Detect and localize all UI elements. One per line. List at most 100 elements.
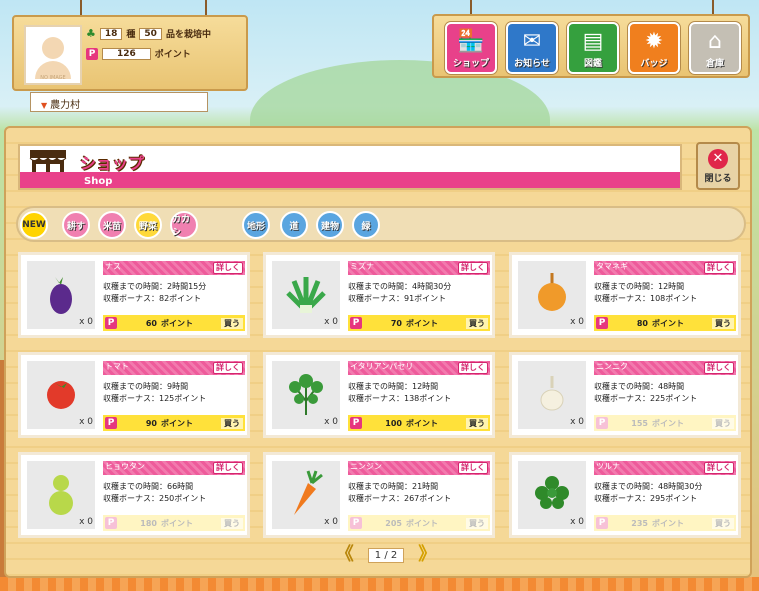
- buy-button[interactable]: 買う: [221, 517, 243, 529]
- buy-button[interactable]: 買う: [466, 517, 488, 529]
- item-thumbnail[interactable]: x 0: [272, 461, 340, 529]
- nav-button-warehouse[interactable]: ⌂ 倉庫: [689, 22, 741, 74]
- category-tab[interactable]: 建物: [316, 211, 344, 239]
- nav-button-shop[interactable]: 🏪 ショップ: [445, 22, 497, 74]
- nav-button-badge[interactable]: ✹ バッジ: [628, 22, 680, 74]
- item-name-bar: イタリアンパセリ 詳しく: [348, 361, 490, 375]
- detail-button[interactable]: 詳しく: [213, 262, 243, 274]
- item-name: ミズナ: [350, 262, 374, 271]
- shop-panel: ショップ Shop ✕ 閉じる NEW 耕す 米苗 野菜 カカシ 地形 道 建物 緑 x 0 ナス…: [4, 126, 752, 578]
- category-tab[interactable]: 米苗: [98, 211, 126, 239]
- buy-button[interactable]: 買う: [712, 417, 734, 429]
- shop-item-card: x 0 ナス 詳しく 収穫までの時間：2時間15分 収穫ボーナス：82ポイント P 60 ポイ…: [18, 252, 250, 338]
- triangle-down-icon: ▼: [41, 101, 48, 110]
- item-bonus: 収穫ボーナス：267ポイント: [348, 493, 451, 504]
- chevron-left-icon[interactable]: 《: [336, 546, 354, 564]
- category-label: 野菜: [138, 221, 157, 232]
- buy-button[interactable]: 買う: [712, 317, 734, 329]
- time-label: 収穫までの時間：: [103, 382, 167, 391]
- detail-button[interactable]: 詳しく: [213, 362, 243, 374]
- buy-bar: P 80 ポイント 買う: [594, 315, 736, 331]
- nav-button-encyclopedia[interactable]: ▤ 図鑑: [567, 22, 619, 74]
- nav-button-news[interactable]: ✉ お知らせ: [506, 22, 558, 74]
- item-time: 収穫までの時間：2時間15分: [103, 281, 206, 292]
- shop-item-card: x 0 ニンニク 詳しく 収穫までの時間：48時間 収穫ボーナス：225ポイント P 155…: [509, 352, 741, 438]
- category-label: 米苗: [102, 221, 121, 232]
- price-unit: ポイント: [652, 318, 684, 328]
- time-label: 収穫までの時間：: [594, 482, 658, 491]
- item-thumbnail[interactable]: x 0: [518, 261, 586, 329]
- category-tab[interactable]: カカシ: [170, 211, 198, 239]
- buy-button[interactable]: 買う: [221, 417, 243, 429]
- bonus-label: 収穫ボーナス：: [348, 294, 404, 303]
- price-unit: ポイント: [406, 318, 438, 328]
- category-tab[interactable]: 道: [280, 211, 308, 239]
- seed-status: ♣ 18 種 50 品を栽培中: [86, 27, 211, 40]
- item-thumbnail[interactable]: x 0: [27, 361, 95, 429]
- village-selector[interactable]: ▼ 農力村: [30, 92, 208, 112]
- category-bar: NEW 耕す 米苗 野菜 カカシ 地形 道 建物 緑: [16, 206, 746, 242]
- detail-button[interactable]: 詳しく: [458, 462, 488, 474]
- buy-button[interactable]: 買う: [712, 517, 734, 529]
- seed-kinds: 18: [99, 27, 123, 40]
- price-unit: ポイント: [406, 518, 438, 528]
- category-label: 道: [289, 221, 299, 232]
- buy-button[interactable]: 買う: [221, 317, 243, 329]
- category-label: カカシ: [172, 215, 191, 238]
- category-tab[interactable]: 野菜: [134, 211, 162, 239]
- item-thumbnail[interactable]: x 0: [272, 361, 340, 429]
- category-tab[interactable]: 地形: [242, 211, 270, 239]
- item-time: 収穫までの時間：48時間30分: [594, 481, 702, 492]
- item-name-bar: ヒョウタン 詳しく: [103, 461, 245, 475]
- item-thumbnail[interactable]: x 0: [27, 461, 95, 529]
- time-label: 収穫までの時間：: [348, 282, 412, 291]
- category-tab[interactable]: 耕す: [62, 211, 90, 239]
- page-separator: /: [384, 549, 388, 561]
- detail-button[interactable]: 詳しく: [704, 262, 734, 274]
- price-unit: ポイント: [161, 418, 193, 428]
- time-value: 48時間30分: [658, 482, 703, 491]
- time-label: 収穫までの時間：: [103, 282, 167, 291]
- detail-button[interactable]: 詳しく: [458, 362, 488, 374]
- item-count: x 0: [79, 417, 93, 427]
- item-thumbnail[interactable]: x 0: [272, 261, 340, 329]
- shop-item-card: x 0 ツルナ 詳しく 収穫までの時間：48時間30分 収穫ボーナス：295ポイント P 2…: [509, 452, 741, 538]
- points-label: ポイント: [154, 50, 191, 60]
- price-unit: ポイント: [161, 518, 193, 528]
- detail-button[interactable]: 詳しく: [704, 362, 734, 374]
- buy-button[interactable]: 買う: [466, 417, 488, 429]
- item-count: x 0: [570, 417, 584, 427]
- item-time: 収穫までの時間：12時間: [594, 281, 684, 292]
- bonus-value: 108ポイント: [650, 294, 698, 303]
- item-thumbnail[interactable]: x 0: [518, 361, 586, 429]
- detail-button[interactable]: 詳しく: [458, 262, 488, 274]
- item-name-bar: タマネギ 詳しく: [594, 261, 736, 275]
- buy-bar: P 155 ポイント 買う: [594, 415, 736, 431]
- item-thumbnail[interactable]: x 0: [518, 461, 586, 529]
- item-bonus: 収穫ボーナス：91ポイント: [348, 293, 446, 304]
- page-title: ショップ: [80, 154, 145, 173]
- buy-button[interactable]: 買う: [466, 317, 488, 329]
- item-price: 60: [145, 318, 157, 328]
- item-name: ヒョウタン: [105, 462, 145, 471]
- time-value: 12時間: [412, 382, 439, 391]
- eggplant-icon: [46, 271, 76, 319]
- page-total: 2: [390, 549, 398, 561]
- detail-button[interactable]: 詳しく: [704, 462, 734, 474]
- detail-button[interactable]: 詳しく: [213, 462, 243, 474]
- item-price: 205: [385, 518, 402, 528]
- category-tab[interactable]: 緑: [352, 211, 380, 239]
- chevron-right-icon[interactable]: 》: [418, 546, 436, 564]
- close-button[interactable]: ✕ 閉じる: [696, 142, 740, 190]
- category-tab[interactable]: NEW: [20, 211, 48, 239]
- item-name: ナス: [105, 262, 121, 271]
- buy-bar: P 90 ポイント 買う: [103, 415, 245, 431]
- buy-bar: P 100 ポイント 買う: [348, 415, 490, 431]
- item-count: x 0: [324, 317, 338, 327]
- item-thumbnail[interactable]: x 0: [27, 261, 95, 329]
- nav-label: お知らせ: [514, 59, 550, 69]
- badge-icon: ✹: [644, 29, 664, 54]
- count-value: 0: [578, 317, 584, 327]
- avatar[interactable]: NO IMAGE: [24, 25, 82, 85]
- item-price: 70: [390, 318, 402, 328]
